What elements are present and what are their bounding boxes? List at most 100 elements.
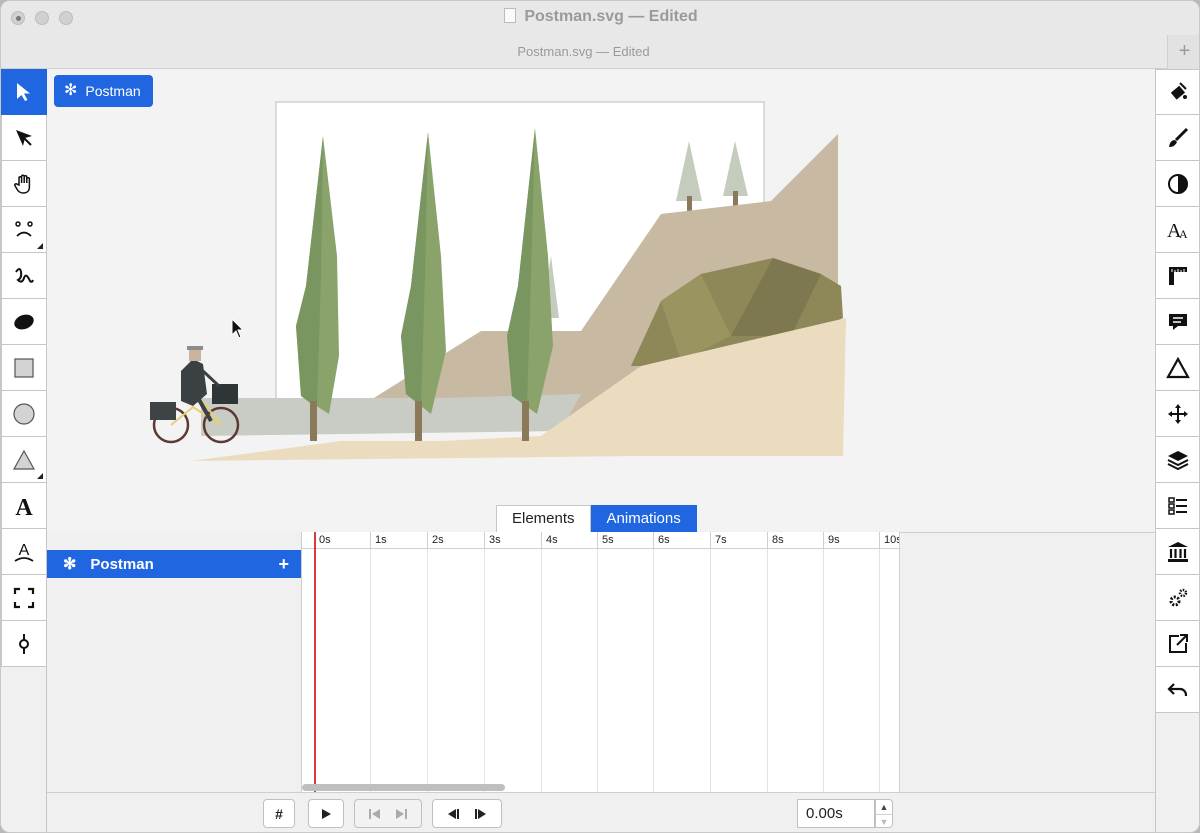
selected-element-chip[interactable]: ✻ Postman — [54, 75, 153, 107]
play-icon — [321, 808, 331, 819]
transform-inspector-button[interactable] — [1155, 391, 1199, 437]
tick-2s: 2s — [427, 532, 444, 549]
undo-button[interactable] — [1155, 667, 1199, 713]
previous-frame-icon[interactable] — [448, 808, 459, 819]
dimensions-inspector-button[interactable] — [1155, 253, 1199, 299]
current-time-field[interactable]: 0.00s — [797, 799, 875, 828]
library-panel-button[interactable] — [1155, 529, 1199, 575]
library-icon — [1168, 541, 1188, 562]
ellipse-fill-tool-button[interactable] — [1, 299, 47, 345]
tick-7s: 7s — [710, 532, 727, 549]
document-icon — [504, 8, 517, 23]
font-inspector-button[interactable]: AA — [1155, 207, 1199, 253]
postman-illustration[interactable] — [141, 96, 851, 471]
mouse-cursor-icon — [231, 318, 245, 339]
timeline-ruler[interactable]: 0s 1s 2s 3s 4s 5s 6s 7s 8s 9s 10s — [302, 532, 899, 549]
timeline-scrollbar[interactable] — [302, 784, 505, 791]
selected-element-label: Postman — [85, 83, 141, 99]
time-decrement-button[interactable]: ▼ — [876, 814, 892, 828]
timeline-gridline — [767, 549, 768, 792]
right-toolbar-spacer — [1155, 713, 1199, 832]
next-frame-icon[interactable] — [475, 808, 486, 819]
tick-10s: 10s — [879, 532, 899, 549]
tick-4s: 4s — [541, 532, 558, 549]
submenu-indicator — [37, 473, 43, 479]
rectangle-icon — [14, 357, 34, 378]
opacity-inspector-button[interactable] — [1155, 161, 1199, 207]
symbol-tool-button[interactable] — [1, 207, 47, 253]
svg-text:A: A — [19, 542, 30, 559]
tab-animations[interactable]: Animations — [590, 505, 697, 533]
new-tab-button[interactable]: + — [1167, 35, 1199, 69]
hand-icon — [14, 174, 31, 194]
triangle-icon — [12, 449, 36, 470]
playhead[interactable] — [314, 532, 316, 792]
comment-icon — [1169, 313, 1187, 330]
tick-8s: 8s — [767, 532, 784, 549]
skip-to-end-icon[interactable] — [396, 808, 407, 819]
timeline-gridline — [879, 549, 880, 792]
layers-icon — [1167, 450, 1189, 470]
skip-to-start-icon[interactable] — [369, 808, 380, 819]
contrast-icon — [1168, 173, 1188, 194]
tab-title[interactable]: Postman.svg — Edited — [1, 44, 1166, 59]
connector-icon — [19, 633, 29, 654]
shape-inspector-button[interactable] — [1155, 345, 1199, 391]
timeline-gridline — [653, 549, 654, 792]
hand-tool-button[interactable] — [1, 161, 47, 207]
app-window: Postman.svg — Edited Postman.svg — Edite… — [0, 0, 1200, 833]
direct-select-tool-button[interactable] — [1, 115, 47, 161]
add-animation-button[interactable]: + — [278, 554, 289, 575]
direct-select-icon — [16, 129, 32, 146]
freehand-icon — [15, 267, 34, 283]
tab-elements[interactable]: Elements — [496, 505, 591, 533]
tick-5s: 5s — [597, 532, 614, 549]
left-toolbar-spacer — [1, 667, 47, 832]
move-icon — [1168, 403, 1188, 424]
triangle-outline-icon — [1166, 356, 1190, 378]
tick-3s: 3s — [484, 532, 501, 549]
text-on-path-tool-button[interactable]: A — [1, 529, 47, 575]
crop-tool-button[interactable] — [1, 575, 47, 621]
title-bar: Postman.svg — Edited Postman.svg — Edite… — [1, 1, 1199, 69]
right-toolbar: AA — [1155, 69, 1199, 713]
tick-9s: 9s — [823, 532, 840, 549]
playback-bar — [47, 792, 1155, 832]
connector-tool-button[interactable] — [1, 621, 47, 667]
freehand-tool-button[interactable] — [1, 253, 47, 299]
text-icon: A — [15, 495, 33, 518]
panel-mode-switch: Elements Animations — [496, 505, 697, 533]
text-tool-button[interactable]: A — [1, 483, 47, 529]
layers-panel-button[interactable] — [1155, 437, 1199, 483]
export-icon — [1169, 633, 1188, 653]
submenu-indicator — [37, 243, 43, 249]
frame-step-group — [432, 799, 502, 828]
attributes-panel-button[interactable] — [1155, 483, 1199, 529]
timeline-gridline — [484, 549, 485, 792]
grid-snap-button[interactable]: # — [263, 799, 295, 828]
tick-6s: 6s — [653, 532, 670, 549]
timeline-gridline — [710, 549, 711, 792]
circle-tool-button[interactable] — [1, 391, 47, 437]
svg-text:A: A — [15, 495, 33, 518]
rectangle-tool-button[interactable] — [1, 345, 47, 391]
timeline-gridline — [370, 549, 371, 792]
select-arrow-icon — [17, 83, 30, 101]
time-increment-button[interactable]: ▲ — [876, 800, 892, 814]
time-stepper[interactable]: ▲ ▼ — [875, 799, 893, 828]
tick-1s: 1s — [370, 532, 387, 549]
timeline[interactable]: 0s 1s 2s 3s 4s 5s 6s 7s 8s 9s 10s — [302, 532, 900, 792]
circle-icon — [13, 402, 35, 425]
export-button[interactable] — [1155, 621, 1199, 667]
text-path-icon: A — [14, 542, 34, 562]
layer-row-postman[interactable]: ✻ Postman + — [47, 550, 301, 578]
select-tool-button[interactable] — [1, 69, 47, 115]
polygon-tool-button[interactable] — [1, 437, 47, 483]
crop-icon — [13, 587, 35, 608]
fill-inspector-button[interactable] — [1155, 69, 1199, 115]
settings-panel-button[interactable] — [1155, 575, 1199, 621]
stroke-inspector-button[interactable] — [1155, 115, 1199, 161]
comments-button[interactable] — [1155, 299, 1199, 345]
symbol-star-icon: ✻ — [64, 82, 78, 99]
play-button[interactable] — [308, 799, 344, 828]
